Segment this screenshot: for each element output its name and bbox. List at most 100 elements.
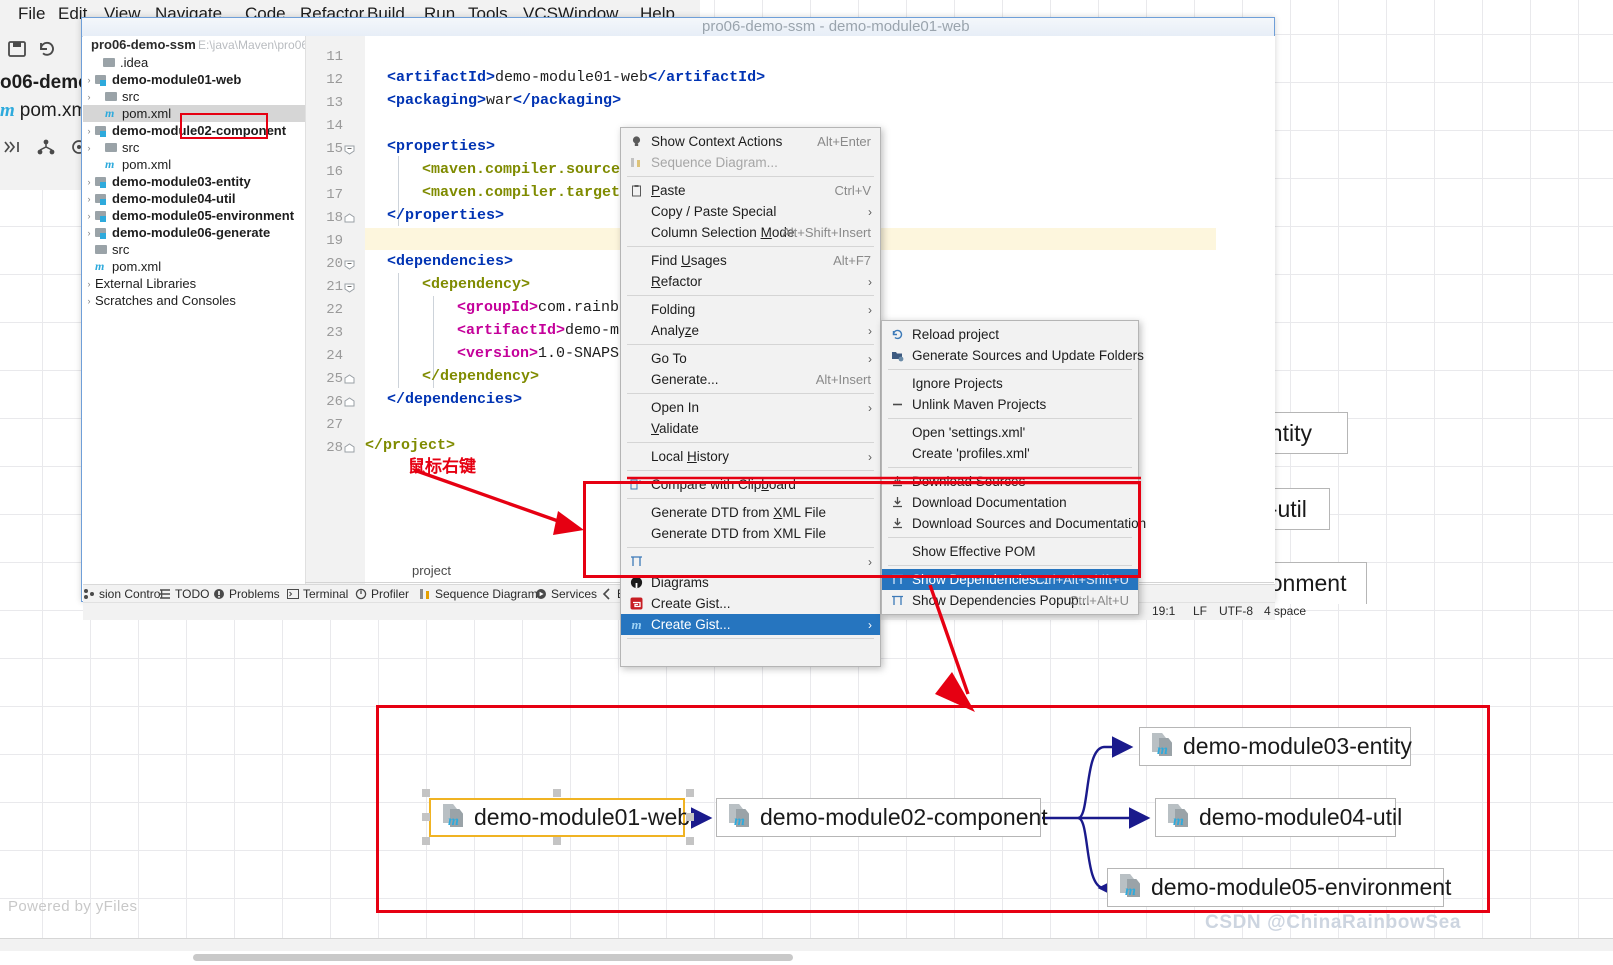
- menu-item-refactor[interactable]: Refactor ›: [621, 271, 880, 292]
- tree-item-external-libraries[interactable]: › External Libraries: [83, 275, 305, 292]
- tree-item-label: demo-module03-entity: [112, 174, 251, 189]
- tool-window-profiler[interactable]: Profiler: [355, 586, 409, 602]
- maven-icon: m: [631, 616, 642, 632]
- fold-end-icon[interactable]: [344, 397, 355, 408]
- twisty-icon[interactable]: ›: [83, 194, 95, 204]
- tree-item-demo-module05-environment[interactable]: › demo-module05-environment: [83, 207, 305, 224]
- ide-toolbar[interactable]: [0, 36, 82, 64]
- hierarchy-icon[interactable]: [36, 138, 56, 161]
- tree-item-pom-xml-root[interactable]: m pom.xml: [83, 258, 305, 275]
- menu-item-show-dependencies-popup[interactable]: Show Dependencies Popup... Ctrl+Alt+U: [882, 590, 1138, 611]
- tool-window-problems[interactable]: Problems: [213, 586, 280, 602]
- menu-item-column-selection-mode[interactable]: Column Selection Mode Alt+Shift+Insert: [621, 222, 880, 243]
- tree-item-demo-module06-generate[interactable]: › demo-module06-generate: [83, 224, 305, 241]
- window-title: pro06-demo-ssm - demo-module01-web: [702, 18, 970, 35]
- ide-title-bar[interactable]: pro06-demo-ssm - demo-module01-web: [82, 18, 1274, 37]
- fold-minus-icon[interactable]: [344, 144, 355, 155]
- twisty-icon[interactable]: ›: [83, 92, 95, 102]
- menu-item-paste[interactable]: Paste Ctrl+V: [621, 180, 880, 201]
- maven-module-icon: [95, 176, 107, 188]
- maven-pom-icon: m: [105, 106, 115, 120]
- status-encoding[interactable]: UTF-8: [1219, 604, 1253, 618]
- tool-window-todo[interactable]: TODO: [159, 586, 209, 602]
- menu-item-open-in[interactable]: Open In ›: [621, 397, 880, 418]
- menu-item-analyze[interactable]: Analyze ›: [621, 320, 880, 341]
- sync-icon[interactable]: [36, 38, 58, 65]
- project-view-icon-row[interactable]: [0, 136, 86, 162]
- maven-module-icon: [95, 210, 107, 222]
- project-tool-window[interactable]: pro06-demo-ssm E:\java\Maven\pro06-dem .…: [83, 36, 335, 584]
- menu-item-folding[interactable]: Folding ›: [621, 299, 880, 320]
- tree-item-label: demo-module06-generate: [112, 225, 271, 240]
- tree-item-src-2[interactable]: › src: [83, 139, 305, 156]
- menu-item-unlink-maven-projects[interactable]: Unlink Maven Projects: [882, 394, 1138, 415]
- menu-item-generate-sources-and-update-folders[interactable]: Generate Sources and Update Folders: [882, 345, 1144, 366]
- save-all-icon[interactable]: [6, 38, 28, 65]
- status-line-separator[interactable]: LF: [1193, 604, 1207, 618]
- tree-item-scratches-consoles[interactable]: › Scratches and Consoles: [83, 292, 305, 309]
- editor-tab-pom-xml[interactable]: m pom.xm: [0, 100, 87, 122]
- fold-end-icon[interactable]: [344, 213, 355, 224]
- tree-item-label: pom.xml: [122, 106, 172, 121]
- twisty-icon[interactable]: ›: [83, 296, 95, 306]
- menu-item-generate[interactable]: Generate... Alt+Insert: [621, 369, 880, 390]
- tool-window-terminal[interactable]: Terminal: [287, 586, 348, 602]
- twisty-icon[interactable]: ›: [83, 126, 95, 136]
- menu-file[interactable]: File: [18, 4, 45, 24]
- status-caret-position[interactable]: 19:1: [1152, 604, 1175, 618]
- menu-item-open-settings-xml[interactable]: Open 'settings.xml': [882, 422, 1138, 443]
- tree-item-demo-module01-web[interactable]: › demo-module01-web: [83, 71, 305, 88]
- menu-item-show-context-actions[interactable]: Show Context Actions Alt+Enter: [621, 131, 880, 152]
- reload-icon: [890, 327, 905, 342]
- twisty-icon[interactable]: ›: [83, 143, 95, 153]
- tree-item-idea[interactable]: .idea: [83, 54, 305, 71]
- code-line-18: </properties>: [387, 207, 505, 224]
- twisty-icon[interactable]: ›: [83, 177, 95, 187]
- tree-item-demo-module03-entity[interactable]: › demo-module03-entity: [83, 173, 305, 190]
- diagram-horizontal-scrollbar[interactable]: [193, 954, 793, 961]
- tool-window-label: TODO: [175, 587, 210, 601]
- menu-item-validate[interactable]: Validate: [621, 418, 880, 439]
- menu-item-label: Local History: [651, 449, 730, 464]
- tool-window-services[interactable]: Services: [535, 586, 597, 602]
- code-line-17: <maven.compiler.target>: [422, 184, 630, 201]
- menu-item-go-to[interactable]: Go To ›: [621, 348, 880, 369]
- line-number: 19: [326, 233, 343, 249]
- tool-window-version-control[interactable]: sion Control: [83, 586, 163, 602]
- menu-item-copy-paste-special[interactable]: Copy / Paste Special ›: [621, 201, 880, 222]
- chevron-right-icon: ›: [868, 274, 872, 289]
- tree-item-demo-module04-util[interactable]: › demo-module04-util: [83, 190, 305, 207]
- menu-item-label: Open 'settings.xml': [912, 425, 1026, 440]
- tool-window-label: sion Control: [99, 587, 164, 601]
- tool-window-sequence-diagram[interactable]: Sequence Diagram: [419, 586, 538, 602]
- fold-end-icon[interactable]: [344, 443, 355, 454]
- twisty-icon[interactable]: ›: [83, 279, 95, 289]
- csdn-watermark: CSDN @ChinaRainbowSea: [1205, 912, 1461, 933]
- status-indent[interactable]: 4 space: [1264, 604, 1306, 618]
- breadcrumb[interactable]: project: [412, 563, 451, 578]
- tree-item-pom-xml-module02[interactable]: m pom.xml: [83, 156, 305, 173]
- tree-item-src-1[interactable]: › src: [83, 88, 305, 105]
- menu-item-find-usages[interactable]: Find Usages Alt+F7: [621, 250, 880, 271]
- menu-item-label: Validate: [651, 421, 699, 436]
- menu-item-evaluate-xpath[interactable]: [621, 642, 880, 663]
- twisty-icon[interactable]: ›: [83, 75, 95, 85]
- fold-minus-icon[interactable]: [344, 282, 355, 293]
- menu-item-maven[interactable]: m Create Gist... ›: [621, 614, 880, 635]
- line-number: 17: [326, 187, 343, 203]
- collapse-all-icon[interactable]: [2, 138, 22, 161]
- menu-item-create-profiles-xml[interactable]: Create 'profiles.xml': [882, 443, 1138, 464]
- menu-item-reload-project[interactable]: Reload project: [882, 324, 1138, 345]
- twisty-icon[interactable]: ›: [83, 228, 95, 238]
- twisty-icon[interactable]: ›: [83, 211, 95, 221]
- menu-item-create-gist-gitee[interactable]: Create Gist...: [621, 593, 880, 614]
- editor-gutter[interactable]: 11 12 13 14 15 16 17 18 19 20 21 22 23 2…: [306, 36, 365, 584]
- menu-item-local-history[interactable]: Local History ›: [621, 446, 880, 467]
- fold-minus-icon[interactable]: [344, 259, 355, 270]
- editor-context-menu[interactable]: Show Context Actions Alt+Enter Sequence …: [620, 127, 881, 667]
- line-number: 12: [326, 72, 343, 88]
- menu-item-ignore-projects[interactable]: Ignore Projects: [882, 373, 1138, 394]
- tree-item-src-root[interactable]: src: [83, 241, 305, 258]
- fold-end-icon[interactable]: [344, 374, 355, 385]
- menu-item-label: Generate Sources and Update Folders: [912, 348, 1144, 363]
